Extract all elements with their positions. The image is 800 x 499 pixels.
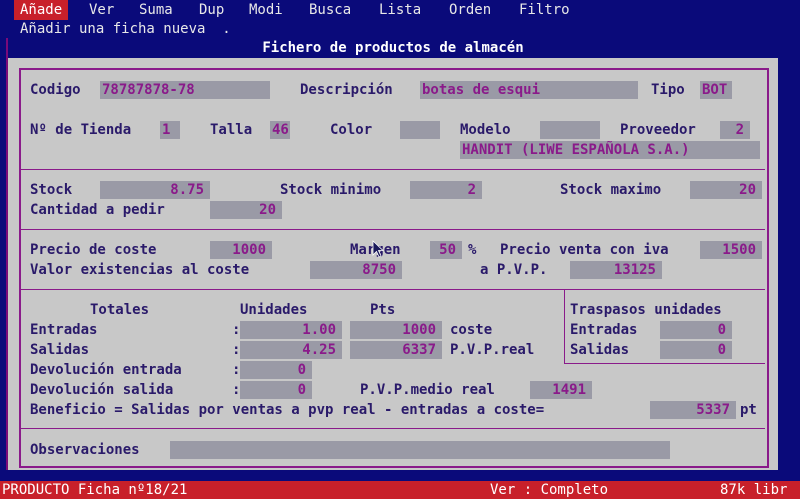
stock-maximo-label: Stock maximo xyxy=(560,182,662,198)
stock-label: Stock xyxy=(30,182,73,198)
entradas-label: Entradas xyxy=(30,322,98,338)
stock-field[interactable]: 8.75 xyxy=(100,181,210,199)
proveedor-label: Proveedor xyxy=(620,122,696,138)
talla-field[interactable]: 46 xyxy=(270,121,290,139)
tienda-label: Nº de Tienda xyxy=(30,122,132,138)
divider xyxy=(19,229,765,230)
tienda-field[interactable]: 1 xyxy=(160,121,180,139)
menu-dup[interactable]: Dup xyxy=(199,1,224,19)
devolucion-salida-label: Devolución salida xyxy=(30,382,174,398)
traspasos-entradas-label: Entradas xyxy=(570,322,638,338)
precio-venta-label: Precio venta con iva xyxy=(500,242,669,258)
menu-modi[interactable]: Modi xyxy=(249,1,283,19)
pvp-medio-label: P.V.P.medio real xyxy=(360,382,495,398)
window-titlebar: Fichero de productos de almacén xyxy=(8,38,778,58)
pvp-field[interactable]: 13125 xyxy=(570,261,662,279)
modelo-label: Modelo xyxy=(460,122,511,138)
salidas-pts[interactable]: 6337 xyxy=(350,341,442,359)
beneficio-unit: pt xyxy=(740,402,757,418)
traspasos-salidas-field[interactable]: 0 xyxy=(660,341,732,359)
devolucion-entrada-label: Devolución entrada xyxy=(30,362,182,378)
menu-suma[interactable]: Suma xyxy=(139,1,173,19)
color-label: Color xyxy=(330,122,373,138)
menu-ver[interactable]: Ver xyxy=(89,1,114,19)
divider xyxy=(19,428,765,429)
codigo-field[interactable]: 78787878-78 xyxy=(100,81,270,99)
entradas-tag: coste xyxy=(450,322,493,338)
traspasos-salidas-label: Salidas xyxy=(570,342,630,358)
beneficio-field[interactable]: 5337 xyxy=(650,401,736,419)
status-right: 87k libr xyxy=(720,482,788,498)
precio-venta-field[interactable]: 1500 xyxy=(700,241,762,259)
proveedor-nombre: HANDIT (LIWE ESPAÑOLA S.A.) xyxy=(460,141,760,159)
entradas-unidades[interactable]: 1.00 xyxy=(240,321,342,339)
margen-pct: % xyxy=(468,242,477,258)
proveedor-field[interactable]: 2 xyxy=(720,121,750,139)
status-mid: Ver : Completo xyxy=(490,482,609,498)
stock-maximo-field[interactable]: 20 xyxy=(690,181,762,199)
devolucion-entrada-field[interactable]: 0 xyxy=(240,361,312,379)
pvp-medio-field[interactable]: 1491 xyxy=(530,381,592,399)
cantidad-pedir-field[interactable]: 20 xyxy=(210,201,282,219)
entradas-pts[interactable]: 1000 xyxy=(350,321,442,339)
talla-label: Talla xyxy=(210,122,253,138)
unidades-header: Unidades xyxy=(240,302,308,318)
stock-minimo-field[interactable]: 2 xyxy=(410,181,482,199)
divider xyxy=(19,169,765,170)
precio-coste-label: Precio de coste xyxy=(30,242,157,258)
precio-coste-field[interactable]: 1000 xyxy=(210,241,272,259)
mouse-cursor-icon xyxy=(372,240,385,258)
menu-busca[interactable]: Busca xyxy=(309,1,351,19)
codigo-label: Codigo xyxy=(30,82,81,98)
traspasos-entradas-field[interactable]: 0 xyxy=(660,321,732,339)
observaciones-label: Observaciones xyxy=(30,442,140,458)
beneficio-label: Beneficio = Salidas por ventas a pvp rea… xyxy=(30,402,545,418)
stock-minimo-label: Stock minimo xyxy=(280,182,382,198)
salidas-unidades[interactable]: 4.25 xyxy=(240,341,342,359)
pts-header: Pts xyxy=(370,302,396,318)
status-bar: PRODUCTO Ficha nº18/21 Ver : Completo 87… xyxy=(0,481,800,499)
descripcion-label: Descripción xyxy=(300,82,393,98)
menu-anade[interactable]: Añade xyxy=(14,0,69,20)
devolucion-salida-field[interactable]: 0 xyxy=(240,381,312,399)
menu-orden[interactable]: Orden xyxy=(449,1,491,19)
valor-existencias-field[interactable]: 8750 xyxy=(310,261,402,279)
valor-existencias-label: Valor existencias al coste xyxy=(30,262,250,278)
observaciones-field[interactable] xyxy=(170,441,670,459)
menu-lista[interactable]: Lista xyxy=(379,1,421,19)
traspasos-header: Traspasos unidades xyxy=(570,302,722,318)
menu-filtro[interactable]: Filtro xyxy=(519,1,570,19)
totales-header: Totales xyxy=(90,302,150,318)
window-title: Fichero de productos de almacén xyxy=(262,40,524,56)
tipo-field[interactable]: BOT xyxy=(700,81,732,99)
salidas-label: Salidas xyxy=(30,342,90,358)
menu-bar: Añade Ver Suma Dup Modi Busca Lista Orde… xyxy=(0,0,800,20)
tipo-label: Tipo xyxy=(651,82,685,98)
modelo-field[interactable] xyxy=(540,121,600,139)
color-field[interactable] xyxy=(400,121,440,139)
margen-field[interactable]: 50 xyxy=(430,241,462,259)
pvp-label: a P.V.P. xyxy=(480,262,548,278)
menu-hint: Añadir una ficha nueva . xyxy=(20,21,231,37)
cantidad-pedir-label: Cantidad a pedir xyxy=(30,202,165,218)
status-left: PRODUCTO Ficha nº18/21 xyxy=(2,482,188,498)
salidas-tag: P.V.P.real xyxy=(450,342,535,358)
descripcion-field[interactable]: botas de esqui xyxy=(420,81,638,99)
